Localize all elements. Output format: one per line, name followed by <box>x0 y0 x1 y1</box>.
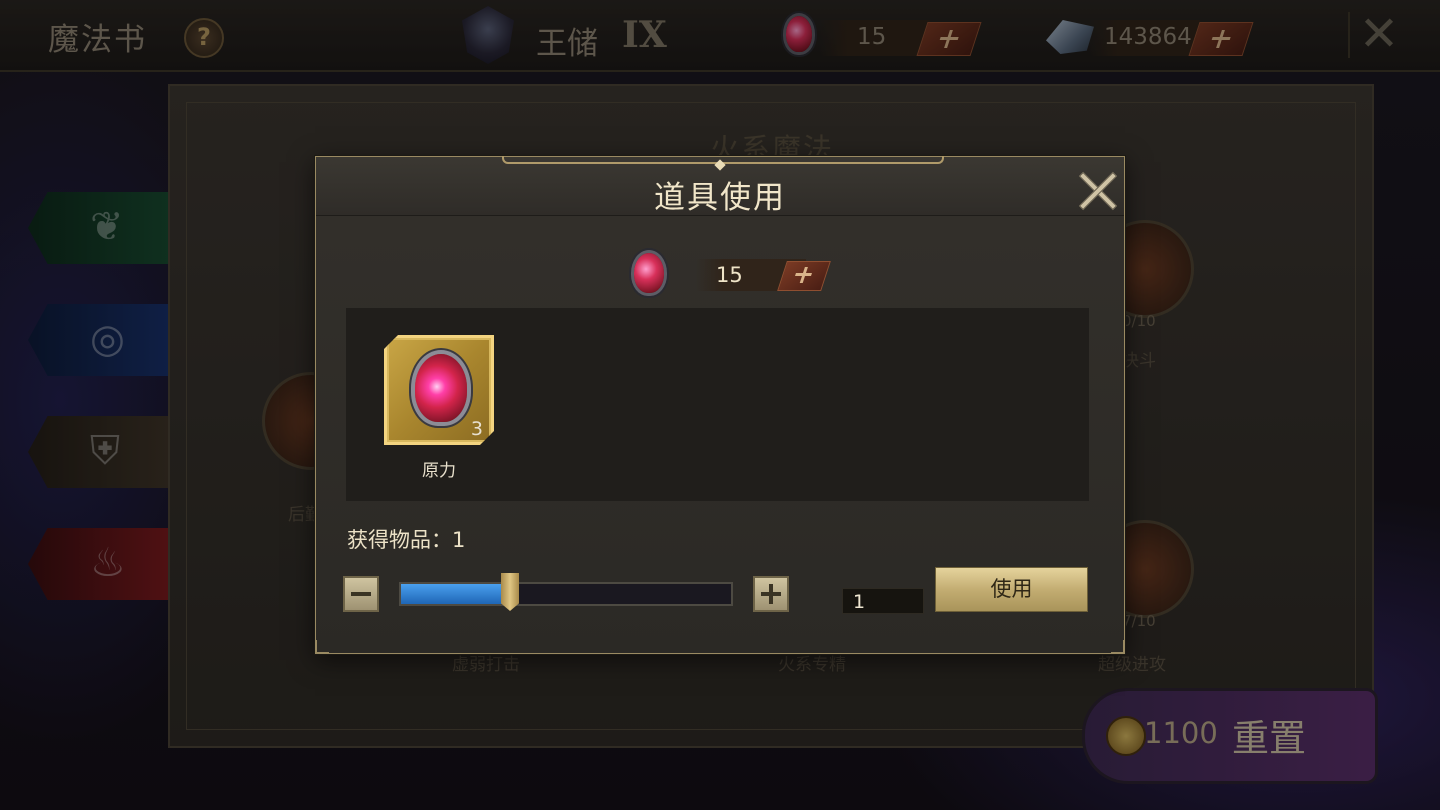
quantity-input[interactable]: 1 <box>842 588 924 614</box>
obtained-items-label: 获得物品：1 <box>347 528 466 552</box>
item-use-dialog: 道具使用 15 3 原力 获得物品：1 1 使用 <box>315 156 1125 654</box>
item-list: 3 原力 <box>346 308 1089 501</box>
decrease-button[interactable] <box>343 576 379 612</box>
quantity-slider[interactable] <box>399 582 733 606</box>
item-count: 3 <box>470 418 483 440</box>
force-gem-icon <box>415 354 467 422</box>
use-button[interactable]: 使用 <box>935 567 1088 612</box>
item-name: 原力 <box>422 461 456 481</box>
dialog-title: 道具使用 <box>654 180 786 216</box>
item-slot-force[interactable]: 3 <box>384 335 494 445</box>
gem-icon <box>634 253 664 293</box>
increase-button[interactable] <box>753 576 789 612</box>
corner-ornament <box>315 640 329 654</box>
corner-ornament <box>1111 640 1125 654</box>
close-dialog-button[interactable] <box>1078 171 1116 209</box>
dialog-add-gem-button[interactable] <box>777 261 831 291</box>
slider-fill <box>401 584 510 604</box>
slider-handle[interactable] <box>501 573 519 611</box>
dialog-header: 道具使用 <box>316 156 1124 216</box>
dialog-gem-count: 15 <box>716 263 743 287</box>
